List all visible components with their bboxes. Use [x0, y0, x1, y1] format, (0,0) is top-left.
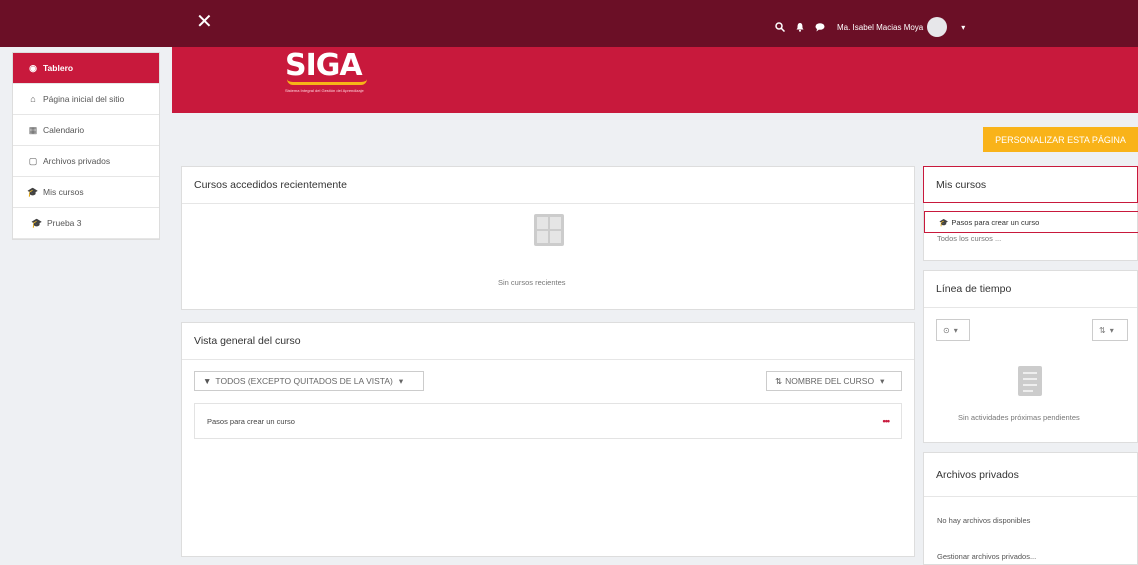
- block-title: Cursos accedidos recientemente: [182, 167, 914, 204]
- all-courses-link[interactable]: Todos los cursos ...: [937, 234, 1001, 243]
- graduation-cap-icon: 🎓: [31, 217, 43, 228]
- home-icon: ⌂: [30, 94, 36, 104]
- sidebar-item-calendar[interactable]: ▦ Calendario: [13, 115, 159, 146]
- customize-page-button[interactable]: PERSONALIZAR ESTA PÁGINA: [983, 127, 1138, 152]
- close-icon[interactable]: ✕: [196, 12, 213, 32]
- top-navbar: ✕ Ma. Isabel Macias Moya ▾: [0, 0, 1138, 47]
- course-link-label: Pasos para crear un curso: [951, 217, 1040, 227]
- chevron-down-icon: ▾: [953, 325, 958, 335]
- calendar-icon: ▦: [28, 124, 38, 135]
- timeline-placeholder-icon: [1018, 366, 1042, 396]
- sidebar-item-prueba-3[interactable]: 🎓 Prueba 3: [13, 208, 159, 239]
- block-title: Vista general del curso: [182, 323, 914, 360]
- my-courses-block: Mis cursos 🎓 Pasos para crear un curso T…: [923, 166, 1138, 261]
- sort-icon: ⇅: [775, 375, 783, 386]
- filter-dropdown[interactable]: ▼ TODOS (EXCEPTO QUITADOS DE LA VISTA) ▾: [194, 371, 424, 391]
- timeline-block: Línea de tiempo ⊙ ▾ ⇅ ▾ Sin actividades …: [923, 270, 1138, 443]
- empty-state-text: Sin cursos recientes: [498, 278, 566, 287]
- chevron-down-icon[interactable]: ▾: [961, 23, 965, 32]
- dashboard-icon: ◉: [29, 62, 37, 73]
- courses-placeholder-icon: [534, 214, 564, 246]
- file-icon: ▢: [28, 155, 38, 166]
- course-name: Pasos para crear un curso: [207, 416, 295, 426]
- logo-tagline: Sistema Integral del Gestión del Aprendi…: [285, 88, 364, 93]
- recent-courses-block: Cursos accedidos recientemente Sin curso…: [181, 166, 915, 310]
- header-banner: SIGA Sistema Integral del Gestión del Ap…: [172, 47, 1138, 113]
- filter-icon: ▼: [203, 376, 212, 386]
- chat-icon[interactable]: [815, 22, 825, 32]
- logo-wordmark: SIGA: [285, 48, 363, 83]
- graduation-cap-icon: 🎓: [27, 186, 39, 197]
- manage-files-link[interactable]: Gestionar archivos privados...: [937, 552, 1036, 561]
- chevron-down-icon: ▾: [880, 375, 885, 386]
- sidebar-item-my-courses[interactable]: 🎓 Mis cursos: [13, 177, 159, 208]
- sort-icon: ⇅: [1099, 325, 1106, 335]
- avatar[interactable]: [927, 17, 948, 37]
- clock-icon: ⊙: [943, 325, 950, 335]
- empty-state-text: No hay archivos disponibles: [937, 516, 1031, 525]
- timeline-sort-dropdown[interactable]: ⇅ ▾: [1092, 319, 1128, 341]
- sidebar-item-label: Calendario: [43, 125, 85, 135]
- navbar-right: Ma. Isabel Macias Moya ▾: [775, 17, 965, 37]
- sort-label: NOMBRE DEL CURSO: [785, 376, 875, 386]
- site-logo[interactable]: SIGA Sistema Integral del Gestión del Ap…: [285, 51, 367, 93]
- sidebar-item-label: Página inicial del sitio: [43, 94, 125, 104]
- sidebar-nav: ◉ Tablero ⌂ Página inicial del sitio ▦ C…: [12, 52, 160, 240]
- sidebar-item-tablero[interactable]: ◉ Tablero: [13, 53, 159, 84]
- sidebar-item-private-files[interactable]: ▢ Archivos privados: [13, 146, 159, 177]
- filter-label: TODOS (EXCEPTO QUITADOS DE LA VISTA): [215, 376, 393, 386]
- sidebar-item-home[interactable]: ⌂ Página inicial del sitio: [13, 84, 159, 115]
- sidebar-item-label: Mis cursos: [43, 187, 84, 197]
- course-link[interactable]: 🎓 Pasos para crear un curso: [924, 211, 1138, 233]
- block-title: Línea de tiempo: [924, 271, 1137, 308]
- bell-icon[interactable]: [795, 22, 805, 32]
- block-title: Mis cursos: [923, 166, 1138, 203]
- sort-dropdown[interactable]: ⇅ NOMBRE DEL CURSO ▾: [766, 371, 902, 391]
- sidebar-item-label: Tablero: [43, 63, 74, 73]
- sidebar-item-label: Prueba 3: [47, 218, 82, 228]
- chevron-down-icon: ▾: [1109, 325, 1114, 335]
- graduation-cap-icon: 🎓: [939, 217, 949, 227]
- user-name[interactable]: Ma. Isabel Macias Moya: [837, 23, 923, 32]
- course-overview-block: Vista general del curso ▼ TODOS (EXCEPTO…: [181, 322, 915, 557]
- sidebar-item-label: Archivos privados: [43, 156, 111, 166]
- chevron-down-icon: ▾: [398, 375, 404, 386]
- timeline-filter-dropdown[interactable]: ⊙ ▾: [936, 319, 970, 341]
- more-options-icon[interactable]: •••: [883, 416, 891, 426]
- empty-state-text: Sin actividades próximas pendientes: [958, 413, 1080, 422]
- course-list-item[interactable]: Pasos para crear un curso •••: [194, 403, 902, 439]
- private-files-block: Archivos privados No hay archivos dispon…: [923, 452, 1138, 565]
- search-icon[interactable]: [775, 22, 786, 33]
- block-title: Archivos privados: [924, 453, 1137, 497]
